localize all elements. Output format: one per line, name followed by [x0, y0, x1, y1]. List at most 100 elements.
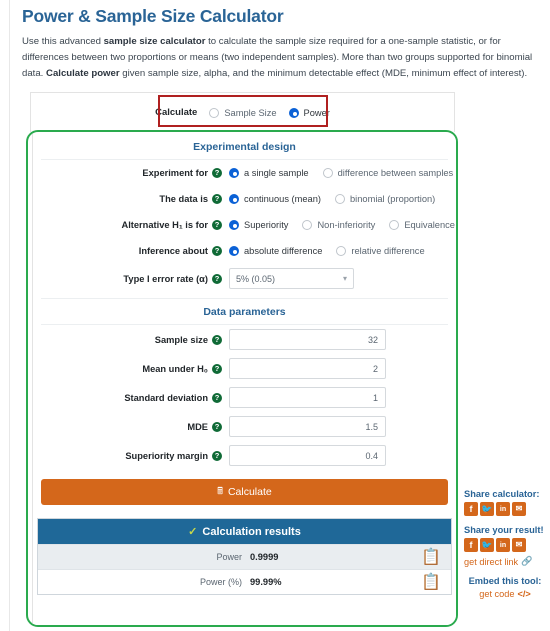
linkedin-icon-result[interactable]: in: [496, 538, 510, 552]
help-icon-standard-deviation[interactable]: ?: [212, 392, 222, 403]
radio-icon-absolute-difference[interactable]: [229, 246, 239, 256]
result-value-power-percent: 99.99%: [250, 577, 282, 587]
radio-label-continuous: continuous (mean): [244, 194, 321, 204]
radio-icon-continuous[interactable]: [229, 194, 239, 204]
sample-size-input[interactable]: 32: [229, 329, 386, 350]
chevron-down-icon: ▾: [342, 274, 347, 283]
field-label-text-mde: MDE: [187, 421, 208, 432]
radio-icon-binomial[interactable]: [335, 194, 345, 204]
field-row-superiority-margin: Superiority margin ? 0.4: [33, 441, 456, 470]
share-result-social-row: f 🐦 in ✉: [464, 538, 546, 552]
help-icon-alternative-hypothesis[interactable]: ?: [212, 220, 222, 230]
calculate-button-label: Calculate: [227, 486, 272, 498]
intro-bold-1: sample size calculator: [103, 36, 206, 47]
field-control-alpha: 5% (0.05) ▾: [229, 268, 354, 289]
help-icon-mde[interactable]: ?: [212, 421, 222, 432]
twitter-icon-result[interactable]: 🐦: [480, 538, 494, 552]
radio-icon-sample-size[interactable]: [209, 107, 220, 118]
radio-icon-non-inferiority[interactable]: [302, 220, 313, 230]
mde-value: 1.5: [365, 421, 378, 432]
field-row-experiment-for: Experiment for ? a single sample differe…: [33, 160, 456, 186]
calculate-mode-row: Calculate Sample Size Power: [155, 107, 330, 118]
page-root: Power & Sample Size Calculator Use this …: [0, 0, 550, 631]
radio-icon-relative-difference[interactable]: [336, 246, 347, 256]
radio-label-non-inferiority: Non-inferiority: [317, 220, 376, 230]
linkedin-icon[interactable]: in: [496, 502, 510, 516]
radio-icon-equivalence[interactable]: [389, 220, 400, 230]
help-icon-mean-under-h0[interactable]: ?: [212, 363, 222, 374]
field-control-inference-about: absolute difference relative difference: [229, 246, 425, 256]
clipboard-icon-power[interactable]: 📋: [421, 547, 441, 567]
help-icon-superiority-margin[interactable]: ?: [212, 450, 222, 461]
field-row-alpha: Type I error rate (α) ? 5% (0.05) ▾: [33, 264, 456, 293]
share-calculator-title: Share calculator:: [464, 489, 540, 499]
field-label-superiority-margin: Superiority margin ?: [33, 450, 229, 461]
radio-option-non-inferiority[interactable]: Non-inferiority: [302, 220, 375, 230]
help-icon-alpha[interactable]: ?: [212, 273, 222, 284]
get-code-link[interactable]: get code </>: [464, 589, 546, 599]
calculator-icon: 🖩: [217, 486, 223, 497]
facebook-icon[interactable]: f: [464, 502, 478, 516]
standard-deviation-input[interactable]: 1: [229, 387, 386, 408]
radio-label-relative-difference: relative difference: [351, 246, 425, 256]
help-icon-data-type[interactable]: ?: [212, 194, 222, 204]
radio-icon-difference-between-samples[interactable]: [322, 168, 333, 178]
radio-option-superiority[interactable]: Superiority: [229, 220, 288, 230]
radio-label-absolute-difference: absolute difference: [244, 246, 323, 256]
email-icon-result[interactable]: ✉: [512, 538, 526, 552]
page-title: Power & Sample Size Calculator: [22, 6, 284, 26]
email-icon[interactable]: ✉: [512, 502, 526, 516]
get-direct-link[interactable]: get direct link 🔗: [464, 556, 546, 567]
field-label-mde: MDE ?: [33, 421, 229, 432]
calculation-results-title: Calculation results: [202, 525, 301, 538]
result-value-power: 0.9999: [250, 552, 279, 562]
field-label-standard-deviation: Standard deviation ?: [33, 392, 229, 403]
field-row-standard-deviation: Standard deviation ? 1: [33, 383, 456, 412]
radio-option-binomial[interactable]: binomial (proportion): [335, 194, 435, 204]
radio-option-difference-between-samples[interactable]: difference between samples: [322, 168, 453, 178]
radio-option-single-sample[interactable]: a single sample: [229, 168, 309, 178]
result-label-power: Power: [216, 552, 242, 562]
radio-label-single-sample: a single sample: [244, 168, 309, 178]
calculation-results-panel: ✓ Calculation results Power 0.9999 📋 Pow…: [37, 518, 452, 595]
field-label-text-mean-under-h0: Mean under H₀: [142, 363, 208, 374]
field-label-alternative-hypothesis: Alternative H₁ is for ?: [33, 220, 229, 230]
radio-option-continuous[interactable]: continuous (mean): [229, 194, 321, 204]
field-label-experiment-for: Experiment for ?: [33, 168, 229, 178]
radio-icon-single-sample[interactable]: [229, 168, 239, 178]
superiority-margin-input[interactable]: 0.4: [229, 445, 386, 466]
field-label-alpha: Type I error rate (α) ?: [33, 273, 229, 284]
field-label-text-experiment-for: Experiment for: [142, 168, 208, 178]
radio-label-equivalence: Equivalence: [404, 220, 455, 230]
field-label-text-superiority-margin: Superiority margin: [125, 450, 208, 461]
radio-option-relative-difference[interactable]: relative difference: [336, 246, 425, 256]
calculate-mode-card: Calculate Sample Size Power: [30, 92, 455, 132]
radio-option-equivalence[interactable]: Equivalence: [389, 220, 455, 230]
calculate-mode-label: Calculate: [155, 107, 198, 118]
facebook-icon-result[interactable]: f: [464, 538, 478, 552]
radio-icon-superiority[interactable]: [229, 220, 239, 230]
intro-text-1: Use this advanced: [22, 36, 104, 47]
alpha-select[interactable]: 5% (0.05) ▾: [229, 268, 354, 289]
help-icon-sample-size[interactable]: ?: [212, 334, 222, 345]
get-direct-link-label: get direct link: [464, 556, 519, 567]
radio-icon-power[interactable]: [288, 107, 299, 118]
twitter-icon[interactable]: 🐦: [480, 502, 494, 516]
clipboard-icon-power-percent[interactable]: 📋: [421, 572, 441, 592]
field-control-experiment-for: a single sample difference between sampl…: [229, 168, 453, 178]
field-row-mean-under-h0: Mean under H₀ ? 2: [33, 354, 456, 383]
radio-option-power[interactable]: Power: [288, 107, 330, 118]
field-row-mde: MDE ? 1.5: [33, 412, 456, 441]
link-icon: 🔗: [521, 556, 533, 566]
alpha-select-value: 5% (0.05): [236, 273, 276, 284]
radio-label-binomial: binomial (proportion): [350, 194, 436, 204]
radio-option-absolute-difference[interactable]: absolute difference: [229, 246, 322, 256]
main-form: Experimental design Experiment for ? a s…: [32, 134, 456, 625]
radio-option-sample-size[interactable]: Sample Size: [209, 107, 277, 118]
mde-input[interactable]: 1.5: [229, 416, 386, 437]
mean-under-h0-input[interactable]: 2: [229, 358, 386, 379]
help-icon-experiment-for[interactable]: ?: [212, 168, 222, 178]
radio-label-superiority: Superiority: [244, 220, 289, 230]
calculate-button[interactable]: 🖩 Calculate: [41, 479, 448, 505]
help-icon-inference-about[interactable]: ?: [212, 246, 222, 256]
